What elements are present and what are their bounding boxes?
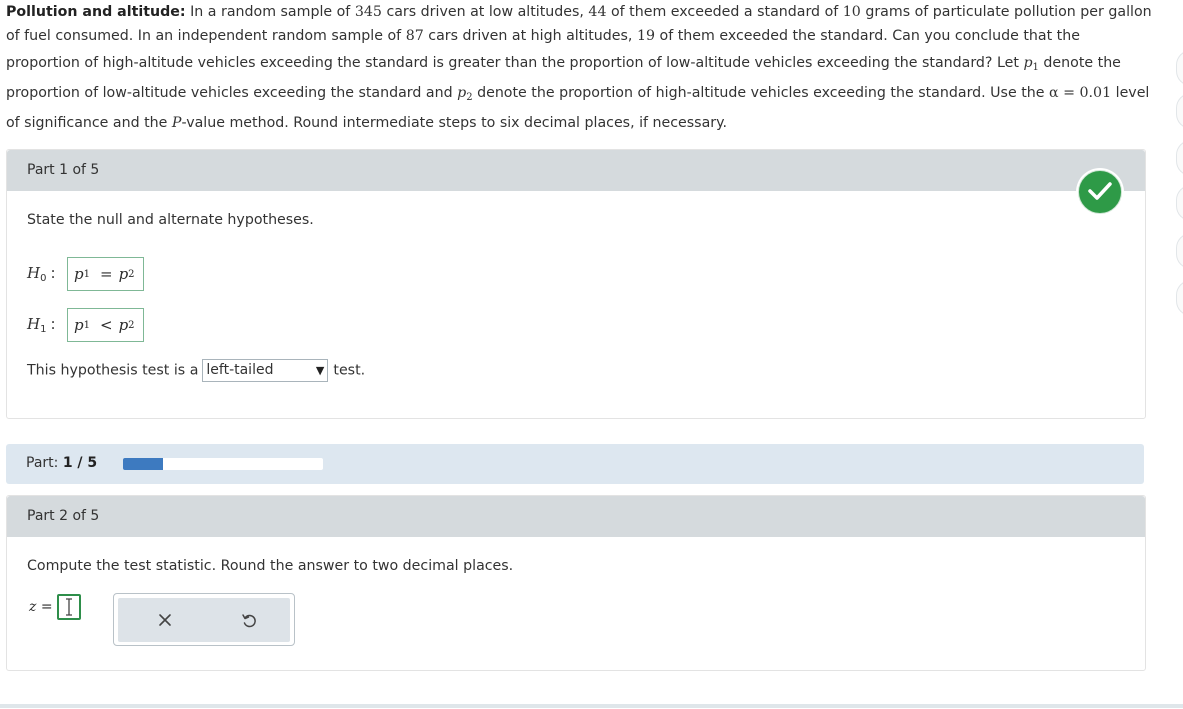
bottom-divider	[0, 704, 1183, 708]
p1-symbol: p1	[1023, 55, 1039, 73]
text-cursor-icon	[65, 598, 72, 616]
progress-value: 1 / 5	[62, 455, 98, 471]
tail-selected-value: left-tailed	[206, 362, 274, 378]
problem-statement: Pollution and altitude: In a random samp…	[6, 0, 1156, 138]
part2-panel: Part 2 of 5 Compute the test statistic. …	[6, 495, 1146, 671]
progress-label: Part: 1 / 5	[26, 455, 98, 471]
side-tab[interactable]	[1176, 93, 1183, 129]
null-operator: =	[99, 265, 113, 283]
problem-text: grams of particulate pollution per gallo…	[865, 4, 1152, 20]
side-tab[interactable]	[1176, 233, 1183, 269]
problem-text: cars driven at high altitudes,	[428, 28, 633, 44]
problem-line: proportion of high-altitude vehicles exc…	[6, 48, 1156, 78]
part2-header: Part 2 of 5	[7, 496, 1145, 537]
progress-panel: Part: 1 / 5	[6, 444, 1144, 484]
n-low-value: 345	[354, 4, 382, 20]
p2-symbol: p2	[457, 85, 473, 103]
problem-text: proportion of high-altitude vehicles exc…	[6, 55, 1019, 71]
h0-label: H0:	[27, 264, 56, 284]
standard-value: 10	[842, 4, 861, 20]
tail-type-select[interactable]: left-tailed ▼	[202, 359, 329, 382]
x-high-value: 19	[636, 28, 656, 44]
problem-line: Pollution and altitude: In a random samp…	[6, 0, 1156, 24]
part1-header: Part 1 of 5	[7, 150, 1145, 191]
side-tab[interactable]	[1176, 280, 1183, 316]
z-answer-input[interactable]	[56, 594, 81, 620]
problem-text: of them exceeded the standard. Can you c…	[659, 28, 1080, 44]
tail-post-text: test.	[333, 362, 366, 379]
problem-text: -value method. Round intermediate steps …	[181, 115, 727, 131]
problem-text: cars driven at low altitudes,	[386, 4, 584, 20]
part1-panel: Part 1 of 5 State the null and alternate…	[6, 149, 1146, 419]
tail-pre-text: This hypothesis test is a	[27, 362, 199, 379]
alt-operator: <	[99, 316, 113, 334]
side-tab[interactable]	[1176, 185, 1183, 221]
n-high-value: 87	[405, 28, 424, 44]
side-tab[interactable]	[1176, 140, 1183, 176]
undo-icon[interactable]	[240, 611, 258, 629]
alpha-expression: α = 0.01	[1049, 85, 1112, 101]
progress-track	[123, 458, 323, 470]
problem-text: of significance and the	[6, 115, 168, 131]
problem-line: proportion of low-altitude vehicles exce…	[6, 78, 1156, 108]
progress-fill	[123, 458, 163, 470]
checkmark-icon	[1078, 170, 1122, 214]
problem-text: denote the	[1043, 55, 1121, 71]
dropdown-arrow-icon: ▼	[315, 364, 325, 377]
alt-hypothesis-row: H1: p1 < p2	[27, 308, 144, 342]
problem-text: proportion of low-altitude vehicles exce…	[6, 85, 453, 101]
answer-row: z =	[29, 594, 81, 620]
problem-line: of fuel consumed. In an independent rand…	[6, 24, 1156, 48]
problem-text: level	[1115, 85, 1150, 101]
null-hypothesis-row: H0: p1 = p2	[27, 257, 144, 291]
x-low-value: 44	[588, 4, 607, 20]
part1-prompt: State the null and alternate hypotheses.	[27, 212, 314, 228]
part2-prompt: Compute the test statistic. Round the an…	[27, 558, 514, 574]
alt-hypothesis-field[interactable]: p1 < p2	[67, 308, 144, 342]
problem-title: Pollution and altitude:	[6, 4, 186, 20]
problem-line: of significance and the P-value method. …	[6, 108, 1156, 138]
null-hypothesis-field[interactable]: p1 = p2	[67, 257, 144, 291]
problem-text: In a random sample of	[190, 4, 351, 20]
problem-text: of them exceeded a standard of	[611, 4, 839, 20]
side-tab[interactable]	[1176, 50, 1183, 86]
h1-label: H1:	[27, 315, 56, 335]
answer-tools-popup	[113, 593, 295, 646]
z-label: z =	[29, 599, 53, 615]
problem-text: denote the proportion of high-altitude v…	[477, 85, 1045, 101]
problem-text: of fuel consumed. In an independent rand…	[6, 28, 402, 44]
clear-icon[interactable]	[156, 611, 174, 629]
tail-sentence: This hypothesis test is a left-tailed ▼ tes…	[27, 359, 365, 382]
answer-tools-bar	[118, 598, 290, 642]
